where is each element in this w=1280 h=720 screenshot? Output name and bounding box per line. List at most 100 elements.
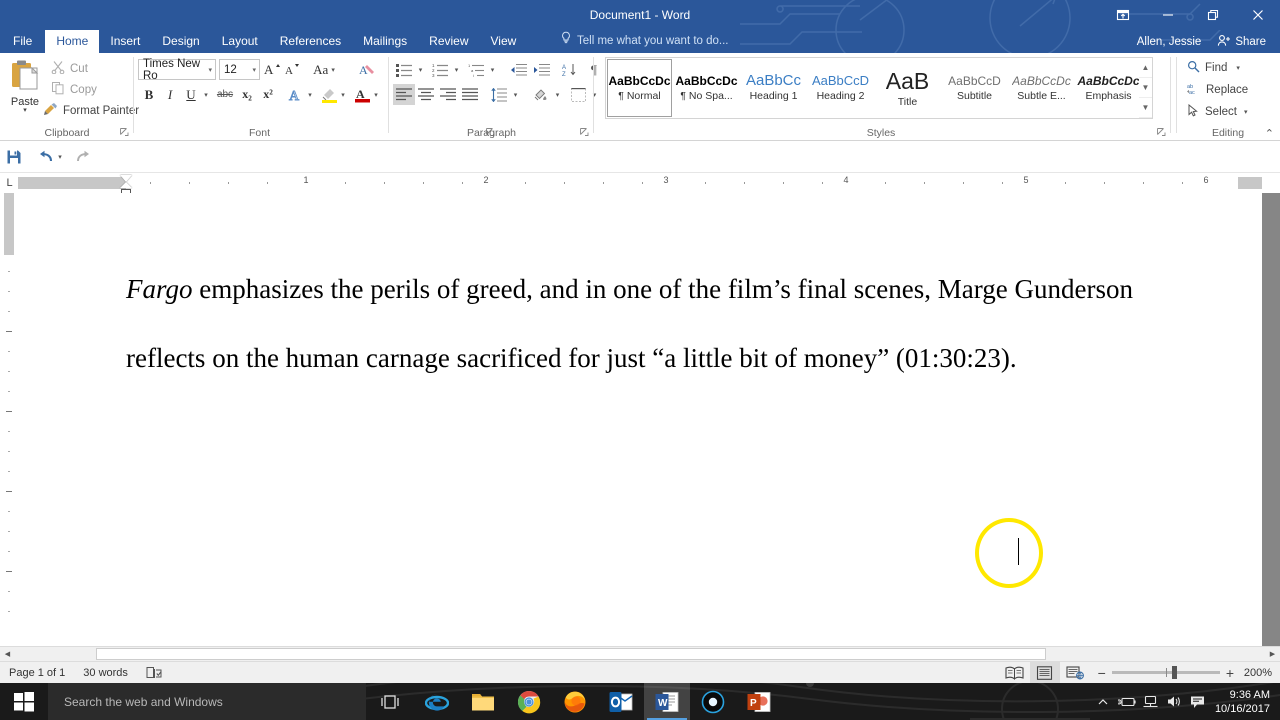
print-layout-icon[interactable] (1029, 661, 1060, 684)
italic-button[interactable]: I (161, 84, 179, 105)
minimize-icon[interactable] (1145, 0, 1190, 30)
numbering-button[interactable]: 123 (429, 59, 451, 80)
vertical-ruler[interactable] (0, 193, 18, 653)
redo-icon[interactable] (70, 146, 94, 168)
windows-start-icon[interactable] (0, 683, 48, 720)
tab-home[interactable]: Home (45, 30, 100, 53)
paragraph-dialog-launcher-icon[interactable] (580, 128, 590, 138)
ribbon-display-options-icon[interactable] (1100, 0, 1145, 30)
tab-review[interactable]: Review (418, 30, 479, 53)
zoom-level[interactable]: 200% (1242, 667, 1280, 679)
page-indicator[interactable]: Page 1 of 1 (0, 662, 74, 684)
tab-references[interactable]: References (269, 30, 352, 53)
borders-button[interactable] (567, 84, 589, 105)
subscript-button[interactable]: x₂ (237, 84, 257, 105)
taskbar-search-box[interactable]: Search the web and Windows (48, 683, 366, 720)
taskbar-app-media-recorder[interactable] (690, 683, 736, 720)
scroll-up-icon[interactable]: ▲ (1139, 58, 1152, 78)
tab-view[interactable]: View (480, 30, 528, 53)
proofing-errors-icon[interactable] (137, 662, 171, 684)
horizontal-scroll-thumb[interactable] (96, 648, 1046, 660)
tab-layout[interactable]: Layout (211, 30, 269, 53)
superscript-button[interactable]: x² (258, 84, 278, 105)
horizontal-ruler[interactable]: L 1 2 3 4 5 6 (0, 173, 1280, 194)
taskbar-app-file-explorer[interactable] (460, 683, 506, 720)
style-item-subtle-emphasis[interactable]: AaBbCcDc Subtle E... (1008, 58, 1075, 118)
multilevel-list-button[interactable]: 1ai (465, 59, 487, 80)
decrease-indent-button[interactable] (507, 59, 530, 80)
bullets-dropdown-caret[interactable]: ▾ (415, 59, 426, 80)
battery-icon[interactable] (1115, 683, 1139, 720)
taskbar-app-microsoft-word[interactable]: W (644, 683, 690, 720)
volume-icon[interactable] (1163, 683, 1187, 720)
style-item-title[interactable]: AaB Title (874, 58, 941, 118)
zoom-in-button[interactable]: + (1226, 665, 1234, 681)
multilevel-dropdown-caret[interactable]: ▾ (487, 59, 498, 80)
font-color-dropdown-caret[interactable]: ▾ (370, 84, 382, 105)
cut-button[interactable]: Cut (48, 59, 91, 78)
style-item-heading-1[interactable]: AaBbCc Heading 1 (740, 58, 807, 118)
action-center-icon[interactable] (1187, 683, 1209, 720)
shrink-font-button[interactable]: A (283, 59, 303, 80)
collapse-ribbon-icon[interactable]: ⌃ (1265, 127, 1274, 140)
justify-button[interactable] (459, 84, 481, 105)
style-item-emphasis[interactable]: AaBbCcDc Emphasis (1075, 58, 1142, 118)
text-effects-button[interactable]: A (286, 84, 306, 105)
change-case-button[interactable]: Aa ▾ (308, 59, 340, 80)
read-mode-icon[interactable] (1000, 662, 1030, 684)
select-button[interactable]: Select ▾ (1184, 102, 1250, 121)
web-layout-icon[interactable] (1060, 662, 1090, 684)
show-hidden-icons-icon[interactable] (1091, 683, 1115, 720)
save-icon[interactable] (2, 146, 26, 168)
restore-icon[interactable] (1190, 0, 1235, 30)
tab-design[interactable]: Design (151, 30, 210, 53)
find-button[interactable]: Find ▾ (1184, 58, 1243, 77)
document-page[interactable]: Fargo emphasizes the perils of greed, an… (18, 193, 1262, 646)
horizontal-scrollbar[interactable]: ◀ ▶ (0, 646, 1280, 661)
task-view-icon[interactable] (366, 683, 414, 720)
share-button[interactable]: Share (1211, 30, 1272, 53)
font-name-combobox[interactable]: Times New Ro ▾ (138, 58, 216, 82)
increase-indent-button[interactable] (530, 59, 553, 80)
underline-dropdown-caret[interactable]: ▾ (200, 84, 212, 105)
shading-button[interactable] (530, 84, 552, 105)
undo-dropdown-caret[interactable]: ▾ (54, 146, 66, 168)
bullets-button[interactable] (393, 59, 415, 80)
account-name[interactable]: Allen, Jessie (1137, 36, 1202, 48)
zoom-thumb[interactable] (1171, 666, 1177, 679)
first-line-indent-marker[interactable] (120, 175, 132, 182)
scroll-down-icon[interactable]: ▼ (1139, 78, 1152, 98)
zoom-out-button[interactable]: − (1098, 665, 1106, 681)
style-item-no-spacing[interactable]: AaBbCcDc ¶ No Spa... (673, 58, 740, 118)
style-item-normal[interactable]: AaBbCcDc ¶ Normal (606, 58, 673, 118)
taskbar-app-microsoft-outlook[interactable] (598, 683, 644, 720)
taskbar-app-mozilla-firefox[interactable] (552, 683, 598, 720)
sort-button[interactable]: AZ (559, 59, 581, 80)
tab-insert[interactable]: Insert (99, 30, 151, 53)
clipboard-dialog-launcher-icon[interactable] (120, 128, 130, 138)
style-item-subtitle[interactable]: AaBbCcD Subtitle (941, 58, 1008, 118)
zoom-track[interactable] (1111, 666, 1220, 679)
chevron-down-icon[interactable]: ▾ (252, 66, 256, 74)
word-count[interactable]: 30 words (74, 662, 137, 684)
copy-button[interactable]: Copy (48, 80, 100, 99)
line-spacing-button[interactable] (488, 84, 510, 105)
chevron-down-icon[interactable]: ▾ (208, 66, 212, 74)
zoom-slider[interactable]: − + (1090, 662, 1242, 684)
document-text[interactable]: Fargo emphasizes the perils of greed, an… (126, 255, 1256, 393)
paste-dropdown-caret[interactable]: ▾ (23, 107, 27, 114)
more-styles-icon[interactable]: ▼ (1139, 98, 1152, 118)
numbering-dropdown-caret[interactable]: ▾ (451, 59, 462, 80)
font-color-button[interactable]: A (352, 84, 372, 105)
clear-formatting-button[interactable]: A (356, 59, 378, 80)
styles-dialog-launcher-icon[interactable] (1157, 128, 1167, 138)
format-painter-button[interactable]: Format Painter (40, 101, 142, 120)
bold-button[interactable]: B (140, 84, 158, 105)
replace-button[interactable]: ab ac Replace (1184, 80, 1251, 99)
borders-dropdown-caret[interactable]: ▾ (589, 84, 600, 105)
highlight-dropdown-caret[interactable]: ▾ (337, 84, 349, 105)
shading-dropdown-caret[interactable]: ▾ (552, 84, 563, 105)
text-highlight-button[interactable] (319, 84, 339, 105)
text-effects-dropdown-caret[interactable]: ▾ (304, 84, 316, 105)
select-dropdown-caret[interactable]: ▾ (1244, 108, 1248, 116)
